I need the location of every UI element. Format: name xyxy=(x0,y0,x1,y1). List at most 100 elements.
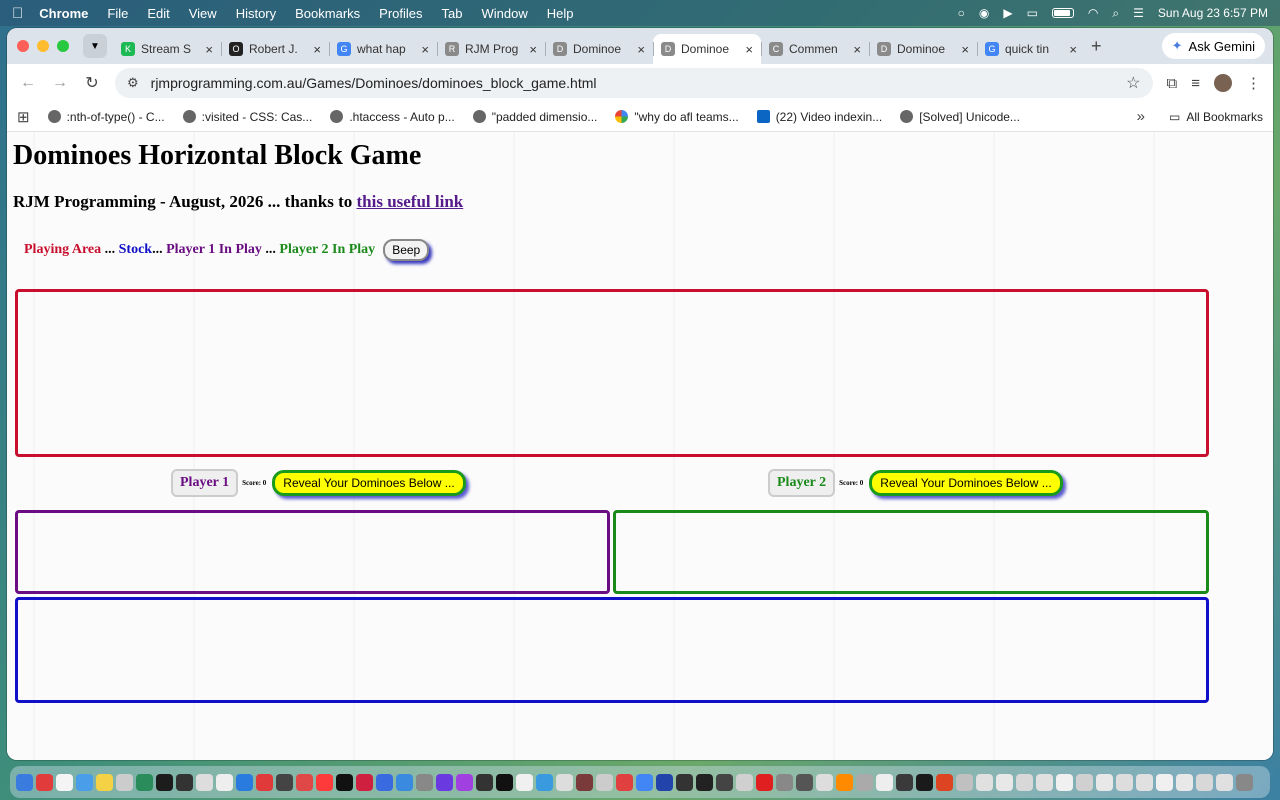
app-status-icon[interactable]: ◉ xyxy=(979,6,989,20)
dock-app-icon[interactable] xyxy=(236,773,253,791)
menu-app-name[interactable]: Chrome xyxy=(39,6,88,21)
dock-app-icon[interactable] xyxy=(956,773,973,791)
dock-app-icon[interactable] xyxy=(196,773,213,791)
dock-app-icon[interactable] xyxy=(616,773,633,791)
dock-app-icon[interactable] xyxy=(356,773,373,791)
dock-app-icon[interactable] xyxy=(76,773,93,791)
menu-edit[interactable]: Edit xyxy=(147,6,169,21)
browser-tab[interactable]: O Robert J. × xyxy=(221,34,329,64)
player2-button[interactable]: Player 2 xyxy=(768,469,836,497)
screen-icon[interactable]: ▭ xyxy=(1027,6,1038,20)
beep-button[interactable]: Beep xyxy=(383,239,430,261)
bookmark-item[interactable]: "why do afl teams... xyxy=(615,110,739,124)
tab-close-icon[interactable]: × xyxy=(313,42,321,57)
dock-app-icon[interactable] xyxy=(1196,773,1213,791)
dock-app-icon[interactable] xyxy=(636,773,653,791)
tab-close-icon[interactable]: × xyxy=(421,42,429,57)
stock-area[interactable] xyxy=(15,597,1209,703)
tab-close-icon[interactable]: × xyxy=(745,42,753,57)
ask-gemini-button[interactable]: ✦ Ask Gemini xyxy=(1161,33,1265,59)
dock-app-icon[interactable] xyxy=(936,773,953,791)
tab-close-icon[interactable]: × xyxy=(961,42,969,57)
player1-reveal-button[interactable]: Reveal Your Dominoes Below ... xyxy=(272,470,466,496)
dock-app-icon[interactable] xyxy=(1216,773,1233,791)
battery-icon[interactable] xyxy=(1051,8,1074,18)
search-icon[interactable]: ⌕ xyxy=(1112,6,1119,21)
dock-app-icon[interactable] xyxy=(1036,773,1053,791)
useful-link[interactable]: this useful link xyxy=(356,192,463,211)
dock-app-icon[interactable] xyxy=(796,773,813,791)
bookmark-item[interactable]: "padded dimensio... xyxy=(472,110,597,124)
dock-app-icon[interactable] xyxy=(216,773,233,791)
menu-tab[interactable]: Tab xyxy=(442,6,463,21)
dock-app-icon[interactable] xyxy=(756,773,773,791)
site-settings-icon[interactable]: ⚙ xyxy=(127,75,139,91)
browser-tab[interactable]: Gwhat hap × xyxy=(329,34,437,64)
dock-app-icon[interactable] xyxy=(576,773,593,791)
bookmark-item[interactable]: (22) Video indexin... xyxy=(756,110,882,124)
status-dot-icon[interactable]: ○ xyxy=(958,6,965,20)
dock-app-icon[interactable] xyxy=(776,773,793,791)
browser-tab[interactable]: Gquick tin × xyxy=(977,34,1085,64)
address-bar[interactable]: ⚙ rjmprogramming.com.au/Games/Dominoes/d… xyxy=(115,68,1153,98)
wifi-icon[interactable]: ◠ xyxy=(1088,6,1098,20)
player1-button[interactable]: Player 1 xyxy=(171,469,239,497)
dock-app-icon[interactable] xyxy=(676,773,693,791)
browser-tab[interactable]: D Dominoe × xyxy=(653,34,761,64)
dock-app-icon[interactable] xyxy=(416,773,433,791)
dock-app-icon[interactable] xyxy=(1056,773,1073,791)
extensions-puzzle-icon[interactable]: ⧉ xyxy=(1167,75,1178,92)
menu-history[interactable]: History xyxy=(236,6,276,21)
dock-app-icon[interactable] xyxy=(1096,773,1113,791)
tab-close-icon[interactable]: × xyxy=(637,42,645,57)
dock-app-icon[interactable] xyxy=(816,773,833,791)
dock-app-icon[interactable] xyxy=(1076,773,1093,791)
tab-close-icon[interactable]: × xyxy=(529,42,537,57)
dock-app-icon[interactable] xyxy=(696,773,713,791)
back-arrow-icon[interactable]: ← xyxy=(19,74,37,92)
dock-app-icon[interactable] xyxy=(116,773,133,791)
player2-in-play-area[interactable] xyxy=(613,510,1209,594)
dock-app-icon[interactable] xyxy=(316,773,333,791)
dock-app-icon[interactable] xyxy=(16,773,33,791)
dock-app-icon[interactable] xyxy=(56,773,73,791)
browser-tab[interactable]: K Stream S × xyxy=(113,34,221,64)
menu-help[interactable]: Help xyxy=(547,6,574,21)
dock-app-icon[interactable] xyxy=(876,773,893,791)
bookmark-item[interactable]: :visited - CSS: Cas... xyxy=(182,110,312,124)
browser-tab[interactable]: D Dominoe × xyxy=(545,34,653,64)
dock-app-icon[interactable] xyxy=(656,773,673,791)
dock-app-icon[interactable] xyxy=(136,773,153,791)
dock-app-icon[interactable] xyxy=(1116,773,1133,791)
dock-app-icon[interactable] xyxy=(36,773,53,791)
menu-bookmarks[interactable]: Bookmarks xyxy=(295,6,360,21)
dock-app-icon[interactable] xyxy=(896,773,913,791)
dock-app-icon[interactable] xyxy=(436,773,453,791)
tab-close-icon[interactable]: × xyxy=(1069,42,1077,57)
reload-icon[interactable]: ↻ xyxy=(83,73,101,93)
apps-grid-icon[interactable]: ⊞ xyxy=(17,108,30,126)
dock-app-icon[interactable] xyxy=(176,773,193,791)
dock-app-icon[interactable] xyxy=(976,773,993,791)
menu-view[interactable]: View xyxy=(189,6,217,21)
menu-profiles[interactable]: Profiles xyxy=(379,6,422,21)
dock-app-icon[interactable] xyxy=(1156,773,1173,791)
dock-app-icon[interactable] xyxy=(536,773,553,791)
dock-app-icon[interactable] xyxy=(396,773,413,791)
bookmarks-overflow-icon[interactable]: » xyxy=(1137,108,1145,125)
browser-tab[interactable]: D Dominoe × xyxy=(869,34,977,64)
dock-app-icon[interactable] xyxy=(596,773,613,791)
control-center-icon[interactable]: ☰ xyxy=(1133,6,1144,20)
dock-app-icon[interactable] xyxy=(736,773,753,791)
dock-app-icon[interactable] xyxy=(156,773,173,791)
dock-app-icon[interactable] xyxy=(556,773,573,791)
bookmark-star-icon[interactable]: ☆ xyxy=(1126,73,1140,93)
dock-app-icon[interactable] xyxy=(1016,773,1033,791)
play-icon[interactable]: ▶ xyxy=(1003,6,1012,20)
more-menu-icon[interactable]: ⋮ xyxy=(1246,74,1261,92)
browser-tab[interactable]: R RJM Prog × xyxy=(437,34,545,64)
zoom-window-button[interactable] xyxy=(57,40,69,52)
tab-close-icon[interactable]: × xyxy=(205,42,213,57)
browser-tab[interactable]: C Commen × xyxy=(761,34,869,64)
tab-close-icon[interactable]: × xyxy=(853,42,861,57)
